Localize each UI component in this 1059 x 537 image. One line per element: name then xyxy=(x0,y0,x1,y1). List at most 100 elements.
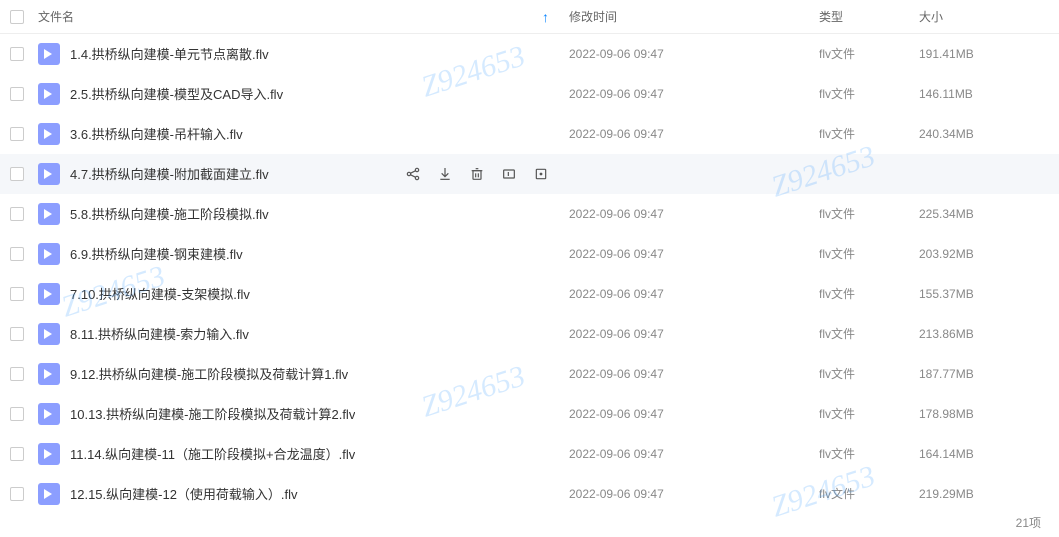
table-row[interactable]: 1.4.拱桥纵向建模-单元节点离散.flv 2022-09-06 09:47 f… xyxy=(0,34,1059,74)
row-name-cell: 12.15.纵向建模-12（使用荷载输入）.flv xyxy=(38,483,569,505)
file-time: 2022-09-06 09:47 xyxy=(569,287,819,301)
video-file-icon xyxy=(38,43,60,65)
row-checkbox-cell xyxy=(10,287,38,301)
row-name-cell: 8.11.拱桥纵向建模-索力输入.flv xyxy=(38,323,569,345)
file-size: 213.86MB xyxy=(919,327,1049,341)
row-checkbox-cell xyxy=(10,87,38,101)
table-row[interactable]: 11.14.纵向建模-11（施工阶段模拟+合龙温度）.flv 2022-09-0… xyxy=(0,434,1059,474)
file-name[interactable]: 10.13.拱桥纵向建模-施工阶段模拟及荷载计算2.flv xyxy=(70,404,355,423)
row-checkbox[interactable] xyxy=(10,207,24,221)
more-icon[interactable] xyxy=(533,166,549,182)
table-row[interactable]: 10.13.拱桥纵向建模-施工阶段模拟及荷载计算2.flv 2022-09-06… xyxy=(0,394,1059,434)
row-checkbox[interactable] xyxy=(10,287,24,301)
file-size: 178.98MB xyxy=(919,407,1049,421)
table-row[interactable]: 5.8.拱桥纵向建模-施工阶段模拟.flv 2022-09-06 09:47 f… xyxy=(0,194,1059,234)
table-row[interactable]: 9.12.拱桥纵向建模-施工阶段模拟及荷载计算1.flv 2022-09-06 … xyxy=(0,354,1059,394)
table-row[interactable]: 6.9.拱桥纵向建模-钢束建模.flv 2022-09-06 09:47 flv… xyxy=(0,234,1059,274)
table-header: 文件名 ↑ 修改时间 类型 大小 xyxy=(0,0,1059,34)
file-type: flv文件 xyxy=(819,445,919,462)
row-checkbox-cell xyxy=(10,487,38,501)
row-checkbox[interactable] xyxy=(10,367,24,381)
file-list: 1.4.拱桥纵向建模-单元节点离散.flv 2022-09-06 09:47 f… xyxy=(0,34,1059,514)
download-icon[interactable] xyxy=(437,166,453,182)
video-file-icon xyxy=(38,323,60,345)
file-type: flv文件 xyxy=(819,365,919,382)
row-checkbox[interactable] xyxy=(10,87,24,101)
row-checkbox[interactable] xyxy=(10,407,24,421)
file-name[interactable]: 12.15.纵向建模-12（使用荷载输入）.flv xyxy=(70,484,298,503)
file-type: flv文件 xyxy=(819,85,919,102)
row-checkbox[interactable] xyxy=(10,487,24,501)
header-name-label: 文件名 xyxy=(38,8,74,25)
row-checkbox[interactable] xyxy=(10,167,24,181)
header-size-label: 大小 xyxy=(919,10,943,24)
file-size: 191.41MB xyxy=(919,47,1049,61)
item-count: 21项 xyxy=(1016,516,1041,530)
header-time-column[interactable]: 修改时间 xyxy=(569,8,819,25)
header-name-column[interactable]: 文件名 ↑ xyxy=(38,8,569,25)
row-checkbox[interactable] xyxy=(10,127,24,141)
file-time: 2022-09-06 09:47 xyxy=(569,367,819,381)
table-row[interactable]: 3.6.拱桥纵向建模-吊杆输入.flv 2022-09-06 09:47 flv… xyxy=(0,114,1059,154)
row-checkbox-cell xyxy=(10,247,38,261)
file-type: flv文件 xyxy=(819,405,919,422)
file-name[interactable]: 11.14.纵向建模-11（施工阶段模拟+合龙温度）.flv xyxy=(70,444,355,463)
row-name-cell: 7.10.拱桥纵向建模-支架模拟.flv xyxy=(38,283,569,305)
row-name-cell: 6.9.拱桥纵向建模-钢束建模.flv xyxy=(38,243,569,265)
delete-icon[interactable] xyxy=(469,166,485,182)
table-row[interactable]: 2.5.拱桥纵向建模-模型及CAD导入.flv 2022-09-06 09:47… xyxy=(0,74,1059,114)
file-time: 2022-09-06 09:47 xyxy=(569,447,819,461)
table-row[interactable]: 7.10.拱桥纵向建模-支架模拟.flv 2022-09-06 09:47 fl… xyxy=(0,274,1059,314)
video-file-icon xyxy=(38,83,60,105)
file-type: flv文件 xyxy=(819,485,919,502)
file-name[interactable]: 3.6.拱桥纵向建模-吊杆输入.flv xyxy=(70,124,243,143)
file-time: 2022-09-06 09:47 xyxy=(569,487,819,501)
file-size: 240.34MB xyxy=(919,127,1049,141)
file-name[interactable]: 2.5.拱桥纵向建模-模型及CAD导入.flv xyxy=(70,84,283,103)
table-row[interactable]: 8.11.拱桥纵向建模-索力输入.flv 2022-09-06 09:47 fl… xyxy=(0,314,1059,354)
row-name-cell: 3.6.拱桥纵向建模-吊杆输入.flv xyxy=(38,123,569,145)
row-name-cell: 10.13.拱桥纵向建模-施工阶段模拟及荷载计算2.flv xyxy=(38,403,569,425)
file-type: flv文件 xyxy=(819,325,919,342)
file-type: flv文件 xyxy=(819,245,919,262)
row-checkbox[interactable] xyxy=(10,447,24,461)
table-row[interactable]: 4.7.拱桥纵向建模-附加截面建立.flv xyxy=(0,154,1059,194)
row-checkbox-cell xyxy=(10,207,38,221)
row-checkbox-cell xyxy=(10,447,38,461)
video-file-icon xyxy=(38,403,60,425)
footer: 21项 xyxy=(0,508,1059,537)
select-all-checkbox[interactable] xyxy=(10,10,24,24)
video-file-icon xyxy=(38,363,60,385)
file-time: 2022-09-06 09:47 xyxy=(569,247,819,261)
file-name[interactable]: 8.11.拱桥纵向建模-索力输入.flv xyxy=(70,324,249,343)
row-checkbox[interactable] xyxy=(10,47,24,61)
header-type-column[interactable]: 类型 xyxy=(819,8,919,25)
row-checkbox[interactable] xyxy=(10,327,24,341)
header-size-column[interactable]: 大小 xyxy=(919,8,1049,25)
row-checkbox-cell xyxy=(10,47,38,61)
row-name-cell: 2.5.拱桥纵向建模-模型及CAD导入.flv xyxy=(38,83,569,105)
row-name-cell: 4.7.拱桥纵向建模-附加截面建立.flv xyxy=(38,163,405,185)
share-icon[interactable] xyxy=(405,166,421,182)
file-name[interactable]: 5.8.拱桥纵向建模-施工阶段模拟.flv xyxy=(70,204,269,223)
file-time: 2022-09-06 09:47 xyxy=(569,407,819,421)
row-name-cell: 11.14.纵向建模-11（施工阶段模拟+合龙温度）.flv xyxy=(38,443,569,465)
file-name[interactable]: 6.9.拱桥纵向建模-钢束建模.flv xyxy=(70,244,243,263)
row-checkbox-cell xyxy=(10,167,38,181)
file-type: flv文件 xyxy=(819,205,919,222)
rename-icon[interactable] xyxy=(501,166,517,182)
file-time: 2022-09-06 09:47 xyxy=(569,127,819,141)
video-file-icon xyxy=(38,443,60,465)
file-name[interactable]: 1.4.拱桥纵向建模-单元节点离散.flv xyxy=(70,44,269,63)
sort-arrow-icon: ↑ xyxy=(542,9,549,25)
file-name[interactable]: 7.10.拱桥纵向建模-支架模拟.flv xyxy=(70,284,250,303)
row-checkbox-cell xyxy=(10,367,38,381)
header-time-label: 修改时间 xyxy=(569,10,617,24)
file-name[interactable]: 9.12.拱桥纵向建模-施工阶段模拟及荷载计算1.flv xyxy=(70,364,348,383)
row-checkbox[interactable] xyxy=(10,247,24,261)
row-checkbox-cell xyxy=(10,407,38,421)
file-size: 155.37MB xyxy=(919,287,1049,301)
file-size: 203.92MB xyxy=(919,247,1049,261)
file-time: 2022-09-06 09:47 xyxy=(569,327,819,341)
file-name[interactable]: 4.7.拱桥纵向建模-附加截面建立.flv xyxy=(70,164,269,183)
